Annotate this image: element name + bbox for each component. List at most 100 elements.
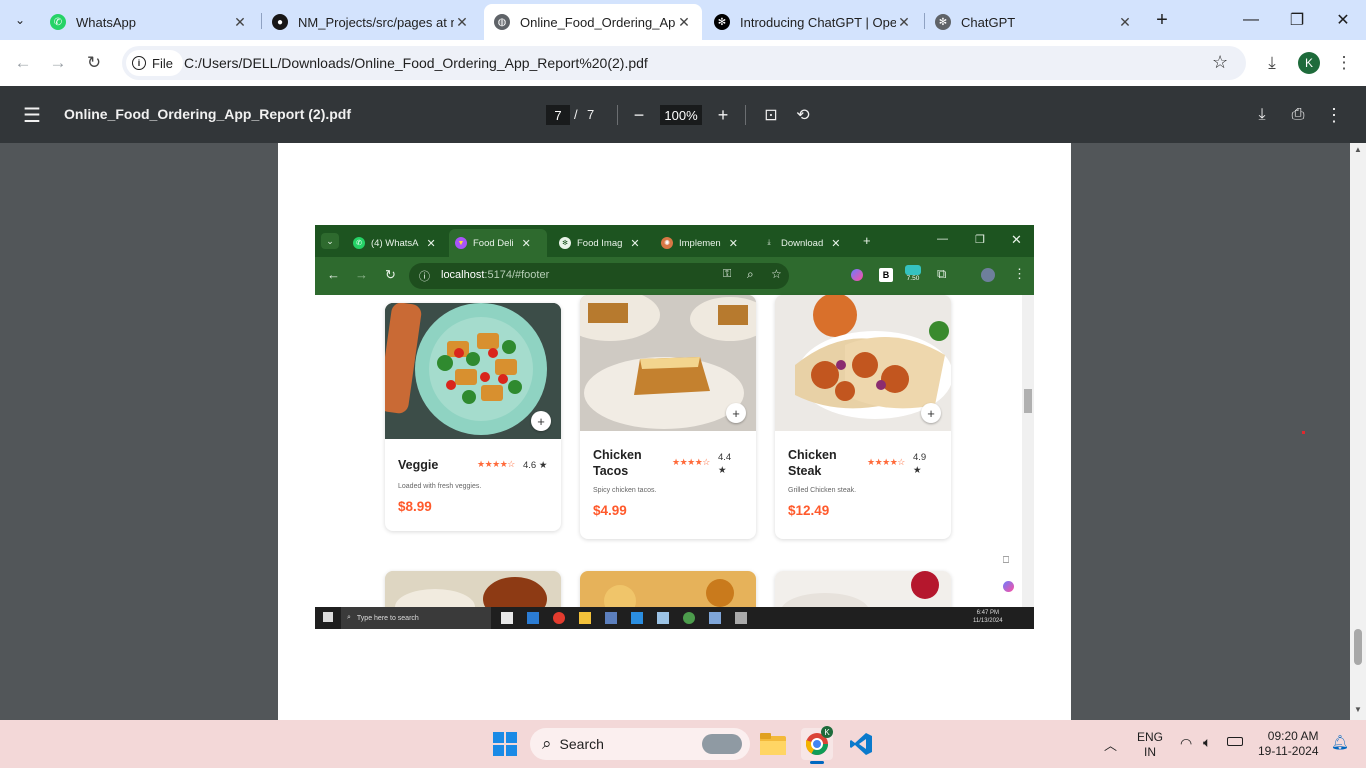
tab-introducing-chatgpt[interactable]: ✻ Introducing ChatGPT | Open ✕: [704, 4, 922, 40]
downloads-icon[interactable]: ⤓: [1257, 48, 1287, 78]
scroll-down-icon[interactable]: ▼: [1354, 705, 1362, 714]
tab-search-button[interactable]: ⌄: [8, 8, 32, 32]
food-image: [580, 571, 756, 617]
tab-pdf-report[interactable]: ◍ Online_Food_Ordering_App_ ✕: [484, 4, 702, 40]
info-icon: ⓘ: [419, 271, 430, 283]
chrome-icon[interactable]: K: [801, 726, 833, 764]
close-icon: ✕: [728, 237, 738, 250]
forward-icon: →: [355, 267, 368, 282]
back-button[interactable]: ←: [8, 48, 38, 78]
tab-label: NM_Projects/src/pages at m: [298, 14, 454, 30]
forward-button[interactable]: →: [43, 48, 73, 78]
tab-chatgpt[interactable]: ✻ ChatGPT ✕: [925, 4, 1143, 40]
print-icon[interactable]: ⎙: [1287, 103, 1309, 127]
page-marker: [1302, 431, 1305, 434]
minimize-button[interactable]: —: [1228, 0, 1274, 40]
tab-whatsapp[interactable]: ✆ WhatsApp ✕: [40, 4, 258, 40]
screenshot-page-content: + Veggie ★★★★☆ 4.6 ★ Loaded with fresh v…: [315, 295, 1022, 629]
fit-page-icon[interactable]: ⊡: [760, 103, 782, 127]
zoom-out-button[interactable]: −: [628, 103, 650, 127]
minimize-icon: —: [937, 233, 948, 245]
github-icon: ●: [272, 14, 288, 30]
add-to-cart-icon: +: [531, 411, 551, 431]
file-explorer-icon[interactable]: [757, 728, 789, 760]
download-icon[interactable]: ⤓: [1251, 103, 1273, 127]
scroll-thumb[interactable]: [1354, 629, 1362, 665]
window-close-button[interactable]: ✕: [1320, 0, 1366, 40]
wifi-icon[interactable]: ◠: [1180, 735, 1192, 752]
reload-button[interactable]: ↻: [79, 48, 109, 78]
screenshot-tab: ⤓ Download ✕: [757, 229, 853, 257]
site-info-chip[interactable]: i File: [126, 50, 183, 76]
app-icon: [735, 612, 747, 624]
reader-mode-icon: ⎕: [1003, 555, 1009, 566]
food-description: Loaded with fresh veggies.: [398, 483, 482, 490]
close-icon: ✕: [1011, 232, 1022, 247]
chevron-up-icon[interactable]: ︿: [1104, 735, 1117, 754]
screenshot-tab-label: Implemen: [679, 237, 721, 249]
openai-icon: ✻: [714, 14, 730, 30]
openai-icon: ✻: [935, 14, 951, 30]
food-name: Chicken Tacos: [593, 448, 642, 478]
screenshot-tab: ✺ Implemen ✕: [655, 229, 751, 257]
chrome-icon: [683, 612, 695, 624]
close-icon: ✕: [831, 237, 841, 250]
food-description: Grilled Chicken steak.: [788, 487, 857, 494]
menu-dots-icon[interactable]: ⋮: [1329, 48, 1359, 78]
screenshot-search-placeholder: Type here to search: [356, 614, 419, 622]
toolbar-divider: [745, 105, 746, 125]
pdf-title: Online_Food_Ordering_App_Report (2).pdf: [64, 106, 352, 122]
close-icon[interactable]: ✕: [896, 14, 912, 31]
close-icon[interactable]: ✕: [1117, 14, 1133, 31]
close-icon[interactable]: ✕: [676, 14, 692, 31]
rotate-icon[interactable]: ⟲: [792, 103, 814, 127]
avatar[interactable]: K: [1298, 52, 1320, 74]
more-actions-icon[interactable]: ⋮: [1323, 103, 1345, 127]
url-host: localhost: [441, 269, 485, 281]
back-icon: ←: [327, 267, 340, 282]
notification-bell-icon[interactable]: 🔔︎: [1331, 734, 1349, 751]
language-indicator[interactable]: ENG IN: [1137, 730, 1163, 760]
food-card-veggie: + Veggie ★★★★☆ 4.6 ★ Loaded with fresh v…: [385, 303, 561, 531]
address-bar[interactable]: i File C:/Users/DELL/Downloads/Online_Fo…: [122, 46, 1246, 80]
restore-button[interactable]: ❐: [1274, 0, 1320, 40]
screenshot-taskbar: ⌕ Type here to search 6:47 PM 11/13/2024: [315, 607, 1034, 629]
page-number-input[interactable]: 7: [546, 105, 570, 125]
bookmark-star-icon[interactable]: ☆: [1212, 52, 1228, 73]
food-price: $12.49: [788, 503, 830, 518]
zoom-in-button[interactable]: +: [712, 103, 734, 127]
url-text[interactable]: C:/Users/DELL/Downloads/Online_Food_Orde…: [184, 55, 648, 71]
screenshot-time: 6:47 PM: [976, 610, 999, 616]
embedded-screenshot: ⌄ ✆ (4) WhatsA ✕ ▼ Food Deli ✕ ✻ Food Im…: [315, 225, 1034, 629]
scroll-up-icon[interactable]: ▲: [1354, 145, 1362, 154]
zoom-icon: ⌕: [747, 267, 754, 281]
page-separator: /: [574, 107, 578, 122]
app-icon: [501, 612, 513, 624]
screenshot-search-box: ⌕ Type here to search: [341, 607, 491, 629]
chrome-icon: [553, 612, 565, 624]
clock[interactable]: 09:20 AM 19-11-2024: [1258, 729, 1319, 759]
extension-badge: 7.50: [905, 265, 921, 283]
battery-icon[interactable]: [1227, 737, 1243, 746]
key-icon: ⚿: [723, 268, 732, 280]
close-icon[interactable]: ✕: [454, 14, 470, 31]
screenshot-tab-label: (4) WhatsA: [371, 237, 419, 249]
browser-tab-strip: ⌄ ✆ WhatsApp ✕ ● NM_Projects/src/pages a…: [0, 0, 1366, 40]
tab-label: Online_Food_Ordering_App_: [520, 14, 676, 30]
rating-value: 4.4 ★: [718, 452, 732, 476]
hamburger-menu-icon[interactable]: ☰: [20, 103, 44, 127]
vscode-logo: [850, 733, 872, 755]
new-tab-button[interactable]: +: [1150, 8, 1174, 32]
viewer-scrollbar[interactable]: ▲ ▼: [1350, 143, 1366, 720]
app-icon: [657, 612, 669, 624]
volume-icon[interactable]: 🔈︎: [1203, 734, 1211, 751]
vscode-icon[interactable]: [845, 728, 877, 760]
taskbar-search[interactable]: ⌕ Search: [530, 728, 750, 760]
close-icon[interactable]: ✕: [232, 14, 248, 31]
tab-github[interactable]: ● NM_Projects/src/pages at m ✕: [262, 4, 480, 40]
start-button[interactable]: [489, 728, 521, 760]
search-placeholder: Search: [559, 736, 604, 752]
zoom-input[interactable]: 100%: [660, 105, 702, 125]
add-to-cart-icon: +: [921, 403, 941, 423]
extension-orb-icon: [1003, 581, 1014, 592]
